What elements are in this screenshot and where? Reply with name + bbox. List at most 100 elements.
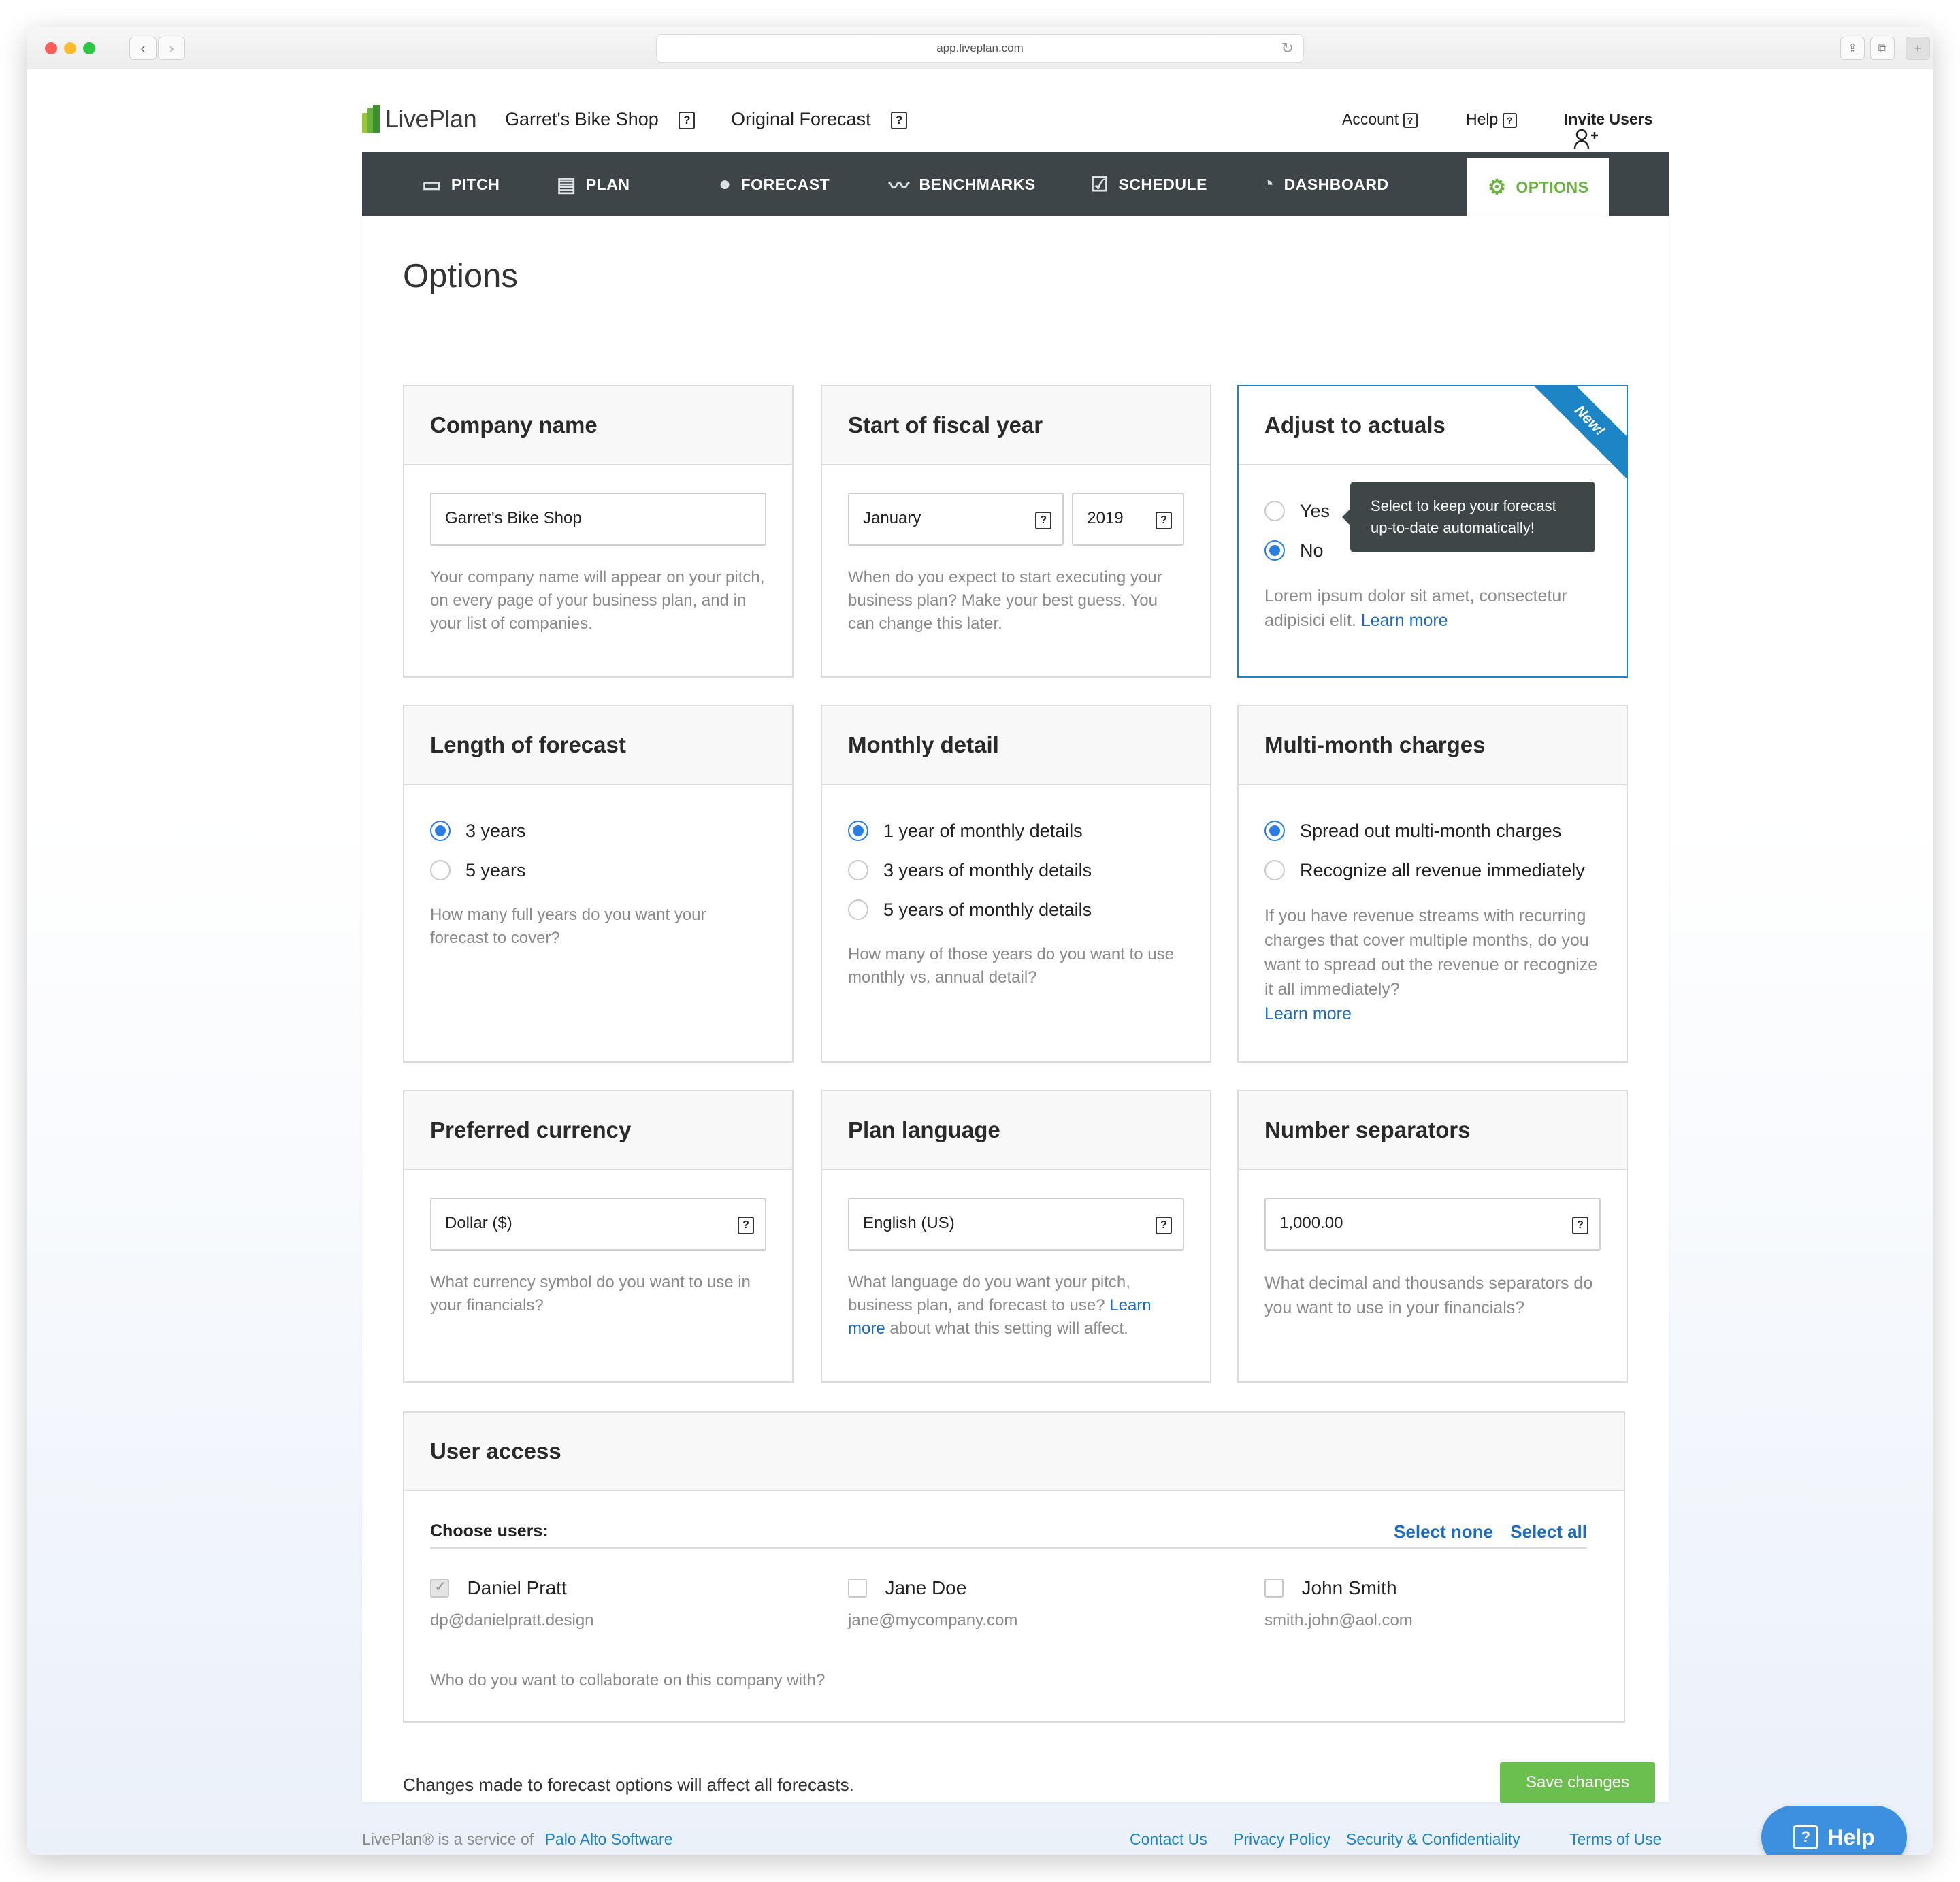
question-icon[interactable]: ? bbox=[891, 111, 908, 129]
user-checkbox[interactable] bbox=[430, 1578, 449, 1598]
tab-schedule[interactable]: ☑ SCHEDULE bbox=[1090, 152, 1207, 216]
user-email: jane@mycompany.com bbox=[848, 1611, 1018, 1630]
browser-window: ‹ › app.liveplan.com ↻ ⇪ ⧉ + LivePlan Ga… bbox=[27, 27, 1933, 1855]
save-changes-button[interactable]: Save changes bbox=[1500, 1762, 1655, 1803]
radio-label: 1 year of monthly details bbox=[883, 820, 1083, 841]
radio-3-years-monthly[interactable]: 3 years of monthly details bbox=[848, 851, 1184, 890]
tab-pitch[interactable]: ▭ PITCH bbox=[422, 152, 500, 216]
question-icon[interactable]: ? bbox=[1572, 1217, 1588, 1234]
radio-recognize-all[interactable]: Recognize all revenue immediately bbox=[1264, 851, 1601, 890]
radio-button[interactable] bbox=[430, 821, 451, 841]
radio-spread-out[interactable]: Spread out multi-month charges bbox=[1264, 811, 1601, 851]
reload-icon[interactable]: ↻ bbox=[1281, 35, 1294, 62]
user-name: Daniel Pratt bbox=[467, 1577, 567, 1598]
app-topbar: LivePlan Garret's Bike Shop ? Original F… bbox=[362, 102, 1669, 150]
radio-button[interactable] bbox=[1264, 540, 1285, 561]
share-icon[interactable]: ⇪ bbox=[1840, 37, 1865, 60]
user-jane-doe[interactable]: Jane Doe jane@mycompany.com bbox=[848, 1577, 1017, 1630]
liveplan-logo[interactable]: LivePlan bbox=[362, 102, 477, 136]
question-icon[interactable]: ? bbox=[679, 111, 696, 129]
address-bar[interactable]: app.liveplan.com ↻ bbox=[656, 34, 1304, 63]
tab-forecast[interactable]: ● FORECAST bbox=[719, 152, 830, 216]
invite-users-button[interactable]: Invite Users bbox=[1564, 110, 1669, 150]
question-icon: ? bbox=[1403, 112, 1418, 128]
account-menu[interactable]: Account ? bbox=[1342, 110, 1418, 129]
radio-5-years[interactable]: 5 years bbox=[430, 851, 766, 890]
company-name-label: Garret's Bike Shop bbox=[505, 109, 659, 129]
help-menu[interactable]: Help ? bbox=[1466, 110, 1517, 129]
radio-button[interactable] bbox=[848, 821, 868, 841]
privacy-policy-link[interactable]: Privacy Policy bbox=[1233, 1830, 1330, 1849]
radio-button[interactable] bbox=[430, 860, 451, 880]
help-floating-button[interactable]: ? Help bbox=[1761, 1806, 1907, 1855]
user-john-smith[interactable]: John Smith smith.john@aol.com bbox=[1264, 1577, 1413, 1630]
tabs-overview-icon[interactable]: ⧉ bbox=[1870, 37, 1895, 60]
new-tab-icon[interactable]: + bbox=[1906, 37, 1930, 60]
fiscal-year-select[interactable]: 2019 ? bbox=[1072, 493, 1184, 546]
select-none-link[interactable]: Select none bbox=[1394, 1521, 1493, 1542]
learn-more-link[interactable]: Learn more bbox=[1264, 1004, 1352, 1023]
learn-more-link[interactable]: Learn more bbox=[1361, 611, 1448, 630]
user-checkbox[interactable] bbox=[848, 1579, 867, 1598]
card-title: Preferred currency bbox=[404, 1091, 792, 1170]
radio-1-year-monthly[interactable]: 1 year of monthly details bbox=[848, 811, 1184, 851]
question-icon[interactable]: ? bbox=[1156, 512, 1172, 529]
question-icon: ? bbox=[1793, 1825, 1818, 1849]
forecast-switcher[interactable]: Original Forecast ? bbox=[731, 109, 908, 130]
radio-button[interactable] bbox=[848, 860, 868, 880]
card-title: Company name bbox=[404, 386, 792, 465]
question-icon[interactable]: ? bbox=[738, 1217, 754, 1234]
radio-button[interactable] bbox=[1264, 821, 1285, 841]
user-name: John Smith bbox=[1301, 1577, 1397, 1598]
tab-options[interactable]: ⚙ OPTIONS bbox=[1467, 158, 1610, 216]
select-value: January bbox=[863, 509, 921, 527]
help-text: Lorem ipsum dolor sit amet, consectetur … bbox=[1264, 587, 1567, 630]
radio-label: Yes bbox=[1300, 500, 1330, 521]
gear-icon: ⚙ bbox=[1488, 176, 1507, 199]
user-name: Jane Doe bbox=[885, 1577, 967, 1598]
security-link[interactable]: Security & Confidentiality bbox=[1346, 1830, 1520, 1849]
user-daniel-pratt[interactable]: Daniel Pratt dp@danielpratt.design bbox=[430, 1577, 594, 1630]
radio-button[interactable] bbox=[1264, 501, 1285, 521]
select-all-link[interactable]: Select all bbox=[1510, 1521, 1587, 1542]
user-checkbox[interactable] bbox=[1264, 1579, 1284, 1598]
forward-arrow-icon[interactable]: › bbox=[158, 37, 185, 60]
radio-3-years[interactable]: 3 years bbox=[430, 811, 766, 851]
card-title: Start of fiscal year bbox=[822, 386, 1210, 465]
tab-benchmarks[interactable]: 〰 BENCHMARKS bbox=[889, 152, 1036, 216]
help-text: How many of those years do you want to u… bbox=[848, 945, 1174, 987]
question-icon[interactable]: ? bbox=[1156, 1217, 1172, 1234]
radio-button[interactable] bbox=[1264, 860, 1285, 880]
fiscal-year-card: Start of fiscal year January ? 2019 ? Wh… bbox=[821, 385, 1211, 678]
radio-label: 5 years of monthly details bbox=[883, 899, 1092, 920]
monthly-detail-card: Monthly detail 1 year of monthly details… bbox=[821, 705, 1211, 1063]
page-footer: LivePlan® is a service of Palo Alto Soft… bbox=[362, 1830, 1669, 1855]
tab-dashboard[interactable]: ◔ DASHBOARD bbox=[1262, 152, 1389, 216]
company-name-input[interactable]: Garret's Bike Shop bbox=[430, 493, 766, 546]
back-arrow-icon[interactable]: ‹ bbox=[129, 37, 157, 60]
palo-alto-link[interactable]: Palo Alto Software bbox=[545, 1830, 673, 1848]
card-title: Multi-month charges bbox=[1239, 706, 1627, 785]
monitor-icon: ▭ bbox=[422, 173, 442, 196]
separators-select[interactable]: 1,000.00 ? bbox=[1264, 1198, 1601, 1251]
url-text: app.liveplan.com bbox=[936, 42, 1024, 54]
document-icon: ▤ bbox=[557, 173, 576, 196]
choose-users-label: Choose users: bbox=[430, 1521, 549, 1540]
minimize-window-icon[interactable] bbox=[64, 42, 76, 54]
terms-of-use-link[interactable]: Terms of Use bbox=[1569, 1830, 1661, 1849]
radio-5-years-monthly[interactable]: 5 years of monthly details bbox=[848, 890, 1184, 929]
fiscal-month-select[interactable]: January ? bbox=[848, 493, 1064, 546]
tab-plan[interactable]: ▤ PLAN bbox=[557, 152, 630, 216]
tab-label: SCHEDULE bbox=[1118, 175, 1207, 193]
company-switcher[interactable]: Garret's Bike Shop ? bbox=[505, 109, 696, 130]
question-icon[interactable]: ? bbox=[1035, 512, 1052, 529]
company-name-card: Company name Garret's Bike Shop Your com… bbox=[403, 385, 794, 678]
language-select[interactable]: English (US) ? bbox=[848, 1198, 1184, 1251]
card-title: Length of forecast bbox=[404, 706, 792, 785]
currency-select[interactable]: Dollar ($) ? bbox=[430, 1198, 766, 1251]
trend-icon: 〰 bbox=[889, 176, 910, 198]
contact-us-link[interactable]: Contact Us bbox=[1130, 1830, 1207, 1849]
zoom-window-icon[interactable] bbox=[83, 42, 95, 54]
radio-button[interactable] bbox=[848, 899, 868, 920]
close-window-icon[interactable] bbox=[45, 42, 57, 54]
